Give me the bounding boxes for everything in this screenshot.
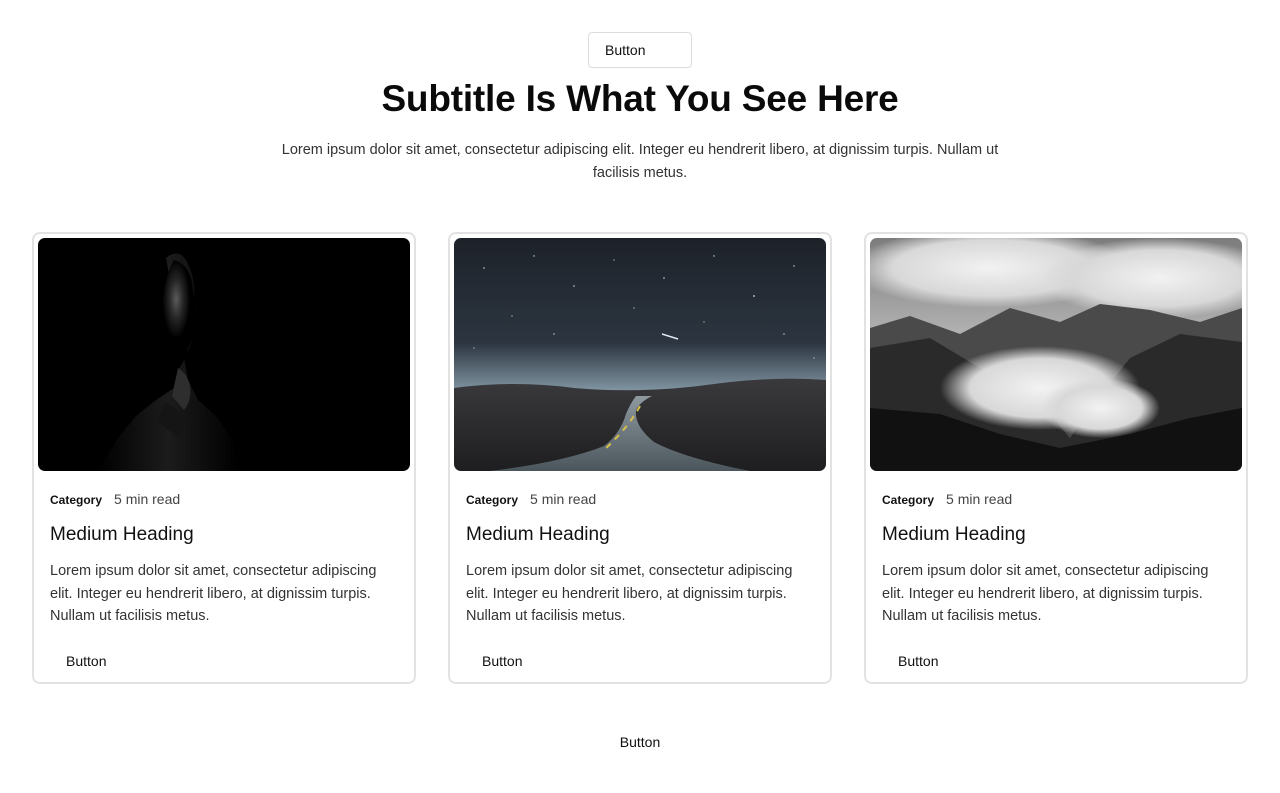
portrait-photo-icon <box>38 238 410 471</box>
card-meta: Category 5 min read <box>466 491 596 507</box>
blog-card[interactable]: Category 5 min read Medium Heading Lorem… <box>448 232 832 684</box>
card-image-mountains <box>870 238 1242 471</box>
card-meta: Category 5 min read <box>882 491 1012 507</box>
top-button[interactable]: Button <box>588 32 692 68</box>
blog-section: Button Subtitle Is What You See Here Lor… <box>0 0 1280 793</box>
view-all-button[interactable]: Button <box>590 728 690 756</box>
category-tag: Category <box>882 493 935 507</box>
read-time: 5 min read <box>530 491 597 507</box>
card-image-road <box>454 238 826 471</box>
category-tag: Category <box>466 493 519 507</box>
card-heading: Medium Heading <box>882 524 1026 545</box>
card-meta: Category 5 min read <box>50 491 180 507</box>
card-button[interactable]: Button <box>882 648 954 674</box>
section-description: Lorem ipsum dolor sit amet, consectetur … <box>281 142 999 181</box>
card-button[interactable]: Button <box>466 648 538 674</box>
misty-mountains-photo-icon <box>870 238 1242 471</box>
card-heading: Medium Heading <box>50 524 194 545</box>
night-road-photo-icon <box>454 238 826 471</box>
card-text: Lorem ipsum dolor sit amet, consectetur … <box>50 563 377 624</box>
card-button[interactable]: Button <box>50 648 122 674</box>
category-tag: Category <box>50 493 103 507</box>
card-text: Lorem ipsum dolor sit amet, consectetur … <box>466 563 793 624</box>
read-time: 5 min read <box>114 491 181 507</box>
card-image-portrait <box>38 238 410 471</box>
card-heading: Medium Heading <box>466 524 610 545</box>
blog-card[interactable]: Category 5 min read Medium Heading Lorem… <box>864 232 1248 684</box>
blog-card[interactable]: Category 5 min read Medium Heading Lorem… <box>32 232 416 684</box>
section-title: Subtitle Is What You See Here <box>381 78 899 119</box>
card-text: Lorem ipsum dolor sit amet, consectetur … <box>882 563 1209 624</box>
read-time: 5 min read <box>946 491 1013 507</box>
